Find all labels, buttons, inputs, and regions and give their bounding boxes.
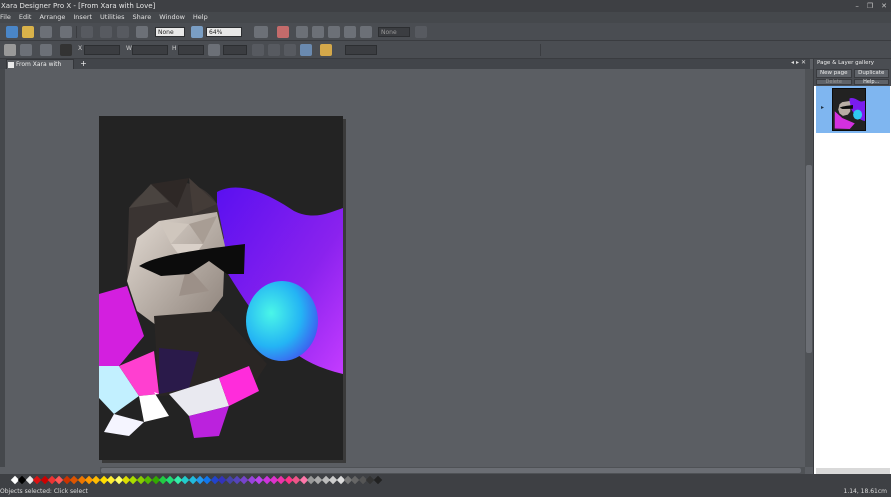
open-icon[interactable] xyxy=(22,26,34,38)
color-picker-icon[interactable] xyxy=(344,26,356,38)
rotation-field[interactable] xyxy=(223,45,247,55)
delete-icon[interactable] xyxy=(81,26,93,38)
flip-horizontal-icon[interactable] xyxy=(268,44,280,56)
window-controls: – ❐ ✕ xyxy=(855,0,887,12)
new-document-icon[interactable] xyxy=(6,26,18,38)
close-button[interactable]: ✕ xyxy=(881,0,887,12)
toolbar-separator xyxy=(76,26,77,38)
cursor-position: 1.14, 18.61cm xyxy=(843,488,888,495)
w-field[interactable] xyxy=(132,45,168,55)
layer-icon[interactable] xyxy=(312,26,324,38)
menu-bar: File Edit Arrange Insert Utilities Share… xyxy=(0,12,891,23)
quality-select[interactable]: None xyxy=(155,27,185,37)
color-swatch[interactable] xyxy=(373,475,382,485)
page-thumbnail-row[interactable]: ▸ xyxy=(816,86,890,133)
new-page-button[interactable]: New page xyxy=(816,69,852,78)
x-label: X xyxy=(78,45,83,52)
title-bar: Xara Designer Pro X - [From Xara with Lo… xyxy=(0,0,891,12)
rotate-icon[interactable] xyxy=(20,44,32,56)
page-layer-gallery: Page & Layer gallery New page Duplicate … xyxy=(813,59,891,474)
menu-edit[interactable]: Edit xyxy=(19,12,32,23)
cyan-shape xyxy=(246,281,318,361)
save-icon[interactable] xyxy=(40,26,52,38)
menu-arrange[interactable]: Arrange xyxy=(39,12,65,23)
artwork-portrait[interactable] xyxy=(99,116,343,460)
vertical-scrollbar[interactable] xyxy=(805,69,813,467)
zoom-select[interactable]: 64% xyxy=(206,27,242,37)
tag-icon[interactable] xyxy=(320,44,332,56)
zoom-tool-icon[interactable] xyxy=(136,26,148,38)
flip-vertical-icon[interactable] xyxy=(284,44,296,56)
lock-aspect-icon[interactable] xyxy=(252,44,264,56)
document-page[interactable] xyxy=(99,116,343,460)
snap-icon[interactable] xyxy=(277,26,289,38)
page-icon[interactable] xyxy=(296,26,308,38)
infobar-separator xyxy=(540,44,541,56)
menu-utilities[interactable]: Utilities xyxy=(100,12,124,23)
document-tab[interactable]: From Xara with Love xyxy=(6,59,74,77)
duplicate-button[interactable]: Duplicate xyxy=(853,69,889,78)
redo-icon[interactable] xyxy=(117,26,129,38)
status-text: Objects selected: Click select xyxy=(0,488,88,495)
gallery-title: Page & Layer gallery xyxy=(814,59,891,68)
undo-icon[interactable] xyxy=(100,26,112,38)
grid-icon[interactable] xyxy=(60,44,72,56)
disabled-select: None xyxy=(378,27,410,37)
transform-icon[interactable] xyxy=(300,44,312,56)
link-icon[interactable] xyxy=(328,26,340,38)
tab-navigation[interactable]: ◂▸✕ xyxy=(791,59,808,66)
preview-icon[interactable] xyxy=(360,26,372,38)
standard-toolbar: None 64% None xyxy=(0,23,891,41)
maximize-button[interactable]: ❐ xyxy=(867,0,873,12)
color-palette[interactable] xyxy=(0,474,891,486)
document-tab-bar: From Xara with Love + ◂▸✕ xyxy=(0,59,810,77)
window-title: Xara Designer Pro X - [From Xara with Lo… xyxy=(1,2,156,10)
flip-icon[interactable] xyxy=(40,44,52,56)
drawing-canvas[interactable] xyxy=(5,69,805,467)
infobar: X W H xyxy=(0,41,891,59)
menu-share[interactable]: Share xyxy=(133,12,152,23)
document-icon xyxy=(8,62,14,68)
horizontal-scroll-thumb[interactable] xyxy=(101,468,801,473)
page-thumbnail[interactable] xyxy=(832,88,866,131)
new-tab-button[interactable]: + xyxy=(79,59,88,69)
menu-insert[interactable]: Insert xyxy=(73,12,92,23)
delete-button[interactable]: Delete xyxy=(816,79,852,85)
help-button[interactable]: Help... xyxy=(853,79,889,85)
gallery-buttons-row-2: Delete Help... xyxy=(814,79,891,86)
forward-arrow-icon xyxy=(415,26,427,38)
menu-file[interactable]: File xyxy=(0,12,11,23)
copy-icon[interactable] xyxy=(60,26,72,38)
vertical-scroll-thumb[interactable] xyxy=(806,165,812,353)
minimize-button[interactable]: – xyxy=(855,0,859,12)
menu-help[interactable]: Help xyxy=(193,12,208,23)
menu-window[interactable]: Window xyxy=(159,12,185,23)
h-field[interactable] xyxy=(178,45,204,55)
thumbnail-artwork xyxy=(834,97,865,129)
selector-tool-icon[interactable] xyxy=(4,44,16,56)
expand-arrow-icon[interactable]: ▸ xyxy=(821,104,824,111)
horizontal-scrollbar[interactable] xyxy=(100,467,805,474)
gallery-buttons-row-1: New page Duplicate xyxy=(814,68,891,79)
magnify-icon[interactable] xyxy=(191,26,203,38)
status-bar: Objects selected: Click select 1.14, 18.… xyxy=(0,486,891,497)
zoom-to-fit-icon[interactable] xyxy=(254,26,268,38)
coordinate-field[interactable] xyxy=(345,45,377,55)
rotation-icon[interactable] xyxy=(208,44,220,56)
h-label: H xyxy=(172,45,177,52)
x-field[interactable] xyxy=(84,45,120,55)
